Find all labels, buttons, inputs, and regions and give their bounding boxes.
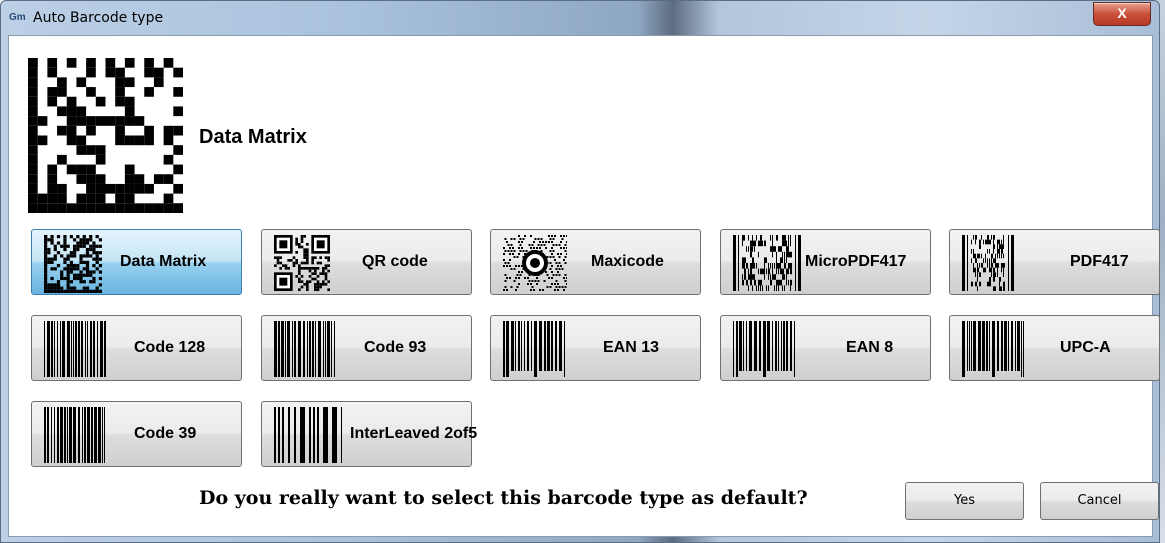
datamatrix-icon [44,235,102,298]
title-bar[interactable]: Gm Auto Barcode type X [1,1,1159,35]
upca-icon [962,321,1026,382]
barcode-button-label: MicroPDF417 [805,253,907,270]
micropdf417-icon [733,235,801,296]
barcode-button-code-39[interactable]: Code 39 [31,401,242,467]
barcode-button-ean-8[interactable]: EAN 8 [720,315,931,381]
barcode-button-code-128[interactable]: Code 128 [31,315,242,381]
dialog-window: Gm Auto Barcode type X Data Matrix Data … [0,0,1160,543]
barcode-button-qr-code[interactable]: QR code [261,229,472,295]
preview-label: Data Matrix [199,126,307,148]
maxicode-icon [503,235,568,296]
barcode-button-label: Data Matrix [120,253,207,270]
barcode-button-pdf417[interactable]: PDF417 [949,229,1160,295]
barcode-button-label: PDF417 [1070,253,1129,270]
datamatrix-preview-icon [28,58,183,213]
barcode-button-label: Code 39 [134,425,197,442]
code128-icon [44,321,107,382]
yes-button[interactable]: Yes [905,482,1024,520]
barcode-button-interleaved-2of5[interactable]: InterLeaved 2of5 [261,401,477,468]
barcode-button-label: Maxicode [591,253,664,270]
barcode-button-label: UPC-A [1060,339,1111,356]
barcode-button-label: QR code [362,253,428,270]
barcode-button-label: InterLeaved 2of5 [350,425,478,442]
barcode-button-maxicode[interactable]: Maxicode [490,229,701,295]
ean8-icon [733,321,795,382]
barcode-button-ean-13[interactable]: EAN 13 [490,315,701,381]
barcode-button-label: EAN 13 [603,339,660,356]
dialog-content: Data Matrix Data Matrix QR code Maxicode Mi… [8,35,1160,537]
barcode-button-label: EAN 8 [846,339,894,356]
app-icon: Gm [9,12,26,23]
barcode-button-micropdf417[interactable]: MicroPDF417 [720,229,931,295]
qrcode-icon [274,235,330,296]
ean13-icon [503,321,565,382]
interleaved2of5-icon [274,407,343,468]
close-icon: X [1117,5,1127,21]
close-button[interactable]: X [1093,2,1151,26]
barcode-button-label: Code 93 [364,339,427,356]
cancel-button[interactable]: Cancel [1040,482,1159,520]
barcode-button-upc-a[interactable]: UPC-A [949,315,1160,381]
window-title: Auto Barcode type [33,10,164,26]
barcode-button-data-matrix[interactable]: Data Matrix [31,229,242,295]
barcode-button-label: Code 128 [134,339,206,356]
code39-icon [44,407,106,468]
confirm-question: Do you really want to select this barcod… [199,487,808,509]
code93-icon [274,321,336,382]
pdf417-icon [962,235,1014,296]
barcode-button-code-93[interactable]: Code 93 [261,315,472,381]
